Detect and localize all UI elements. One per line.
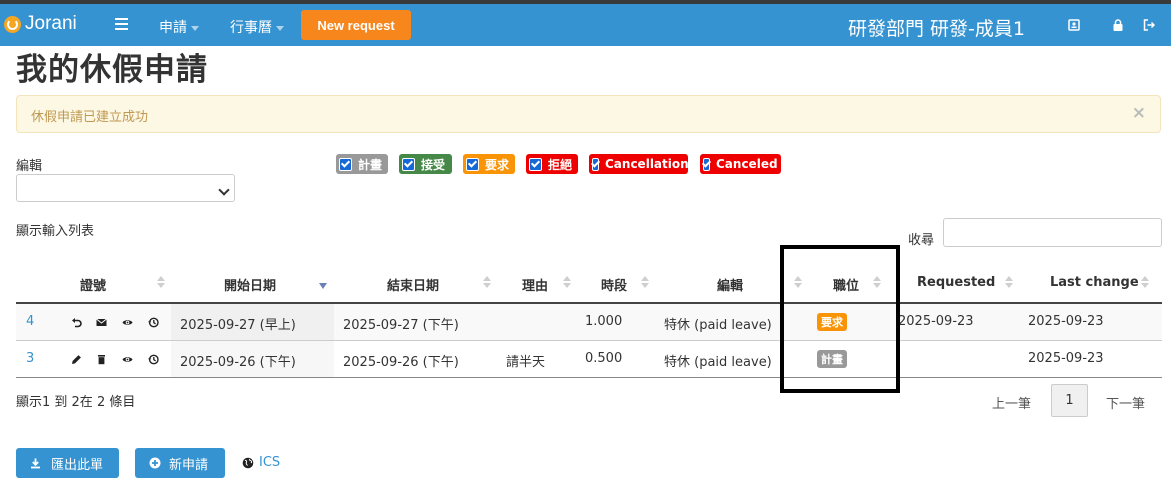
col-last-change[interactable]: Last change bbox=[1050, 275, 1139, 290]
ics-link[interactable]: ICS bbox=[242, 455, 280, 470]
delete-icon[interactable] bbox=[96, 354, 107, 365]
annotation-highlight-box bbox=[780, 245, 900, 393]
show-list-label: 顯示輸入列表 bbox=[16, 224, 95, 239]
filter-cancellation-label: Cancellation bbox=[605, 157, 689, 171]
chevron-down-icon bbox=[218, 184, 230, 196]
row-end-date: 2025-09-26 (下午) bbox=[343, 355, 459, 370]
table-row: 4 2025-09-27 (早上) 2025-09-27 (下午) 1.000 … bbox=[16, 304, 1162, 340]
view-icon[interactable] bbox=[122, 317, 133, 328]
checkbox-checked-icon[interactable] bbox=[529, 157, 542, 171]
navbar: Jorani 申請 行事曆 New request 研發部門 研發-成員1 bbox=[0, 4, 1171, 46]
filter-canceled[interactable]: Canceled bbox=[700, 154, 781, 174]
new-request-bottom-label: 新申請 bbox=[169, 457, 209, 473]
logout-icon[interactable] bbox=[1143, 19, 1155, 31]
sort-both-icon[interactable] bbox=[563, 276, 571, 288]
caret-down-icon bbox=[276, 25, 284, 31]
col-duration[interactable]: 時段 bbox=[601, 275, 627, 294]
lock-icon[interactable] bbox=[1112, 19, 1124, 31]
menu-calendar-label: 行事曆 bbox=[230, 20, 272, 36]
brand-name: Jorani bbox=[25, 13, 77, 34]
checkbox-checked-icon[interactable] bbox=[592, 157, 599, 171]
sort-both-icon[interactable] bbox=[1005, 276, 1013, 288]
edit-select[interactable] bbox=[16, 174, 235, 202]
alert-close-button[interactable]: × bbox=[1132, 103, 1146, 123]
history-icon[interactable] bbox=[148, 354, 159, 365]
filter-requested-label: 要求 bbox=[485, 157, 510, 172]
checkbox-checked-icon[interactable] bbox=[466, 157, 479, 171]
table-row: 3 2025-09-26 (下午) 2025-09-26 (下午) 請半天 0.… bbox=[16, 341, 1162, 377]
plus-circle-icon bbox=[149, 457, 161, 469]
table-info: 顯示1 到 2在 2 條目 bbox=[16, 395, 136, 410]
pagination-prev[interactable]: 上一筆 bbox=[992, 393, 1031, 412]
col-end-date[interactable]: 結束日期 bbox=[387, 275, 439, 294]
table-bottom-line bbox=[16, 377, 1162, 378]
pagination-next[interactable]: 下一筆 bbox=[1106, 393, 1145, 412]
filter-canceled-label: Canceled bbox=[716, 157, 778, 171]
edit-icon[interactable] bbox=[71, 354, 82, 365]
sort-both-icon[interactable] bbox=[1141, 276, 1149, 288]
filter-requested[interactable]: 要求 bbox=[463, 154, 515, 174]
search-label: 收尋 bbox=[908, 233, 935, 248]
filter-accepted-label: 接受 bbox=[421, 157, 446, 172]
col-start-date[interactable]: 開始日期 bbox=[224, 275, 276, 294]
row-last-change: 2025-09-23 bbox=[1028, 351, 1104, 366]
row-duration: 1.000 bbox=[585, 314, 623, 329]
menu-request-label: 申請 bbox=[159, 20, 187, 36]
export-button-label: 匯出此單 bbox=[51, 457, 104, 473]
new-request-button[interactable]: New request bbox=[301, 10, 411, 40]
export-button[interactable]: 匯出此單 bbox=[16, 448, 119, 478]
row-requested: 2025-09-23 bbox=[898, 314, 974, 329]
row-duration: 0.500 bbox=[585, 351, 623, 366]
row-type: 特休 (paid leave) bbox=[664, 355, 772, 370]
history-icon[interactable] bbox=[148, 317, 159, 328]
new-request-bottom-button[interactable]: 新申請 bbox=[135, 448, 225, 478]
pagination-page[interactable]: 1 bbox=[1051, 384, 1088, 417]
menu-calendar[interactable]: 行事曆 bbox=[230, 17, 284, 37]
globe-icon bbox=[242, 457, 254, 468]
sort-desc-icon[interactable] bbox=[319, 283, 327, 289]
sort-both-icon[interactable] bbox=[483, 276, 491, 288]
filter-rejected-label: 拒絕 bbox=[548, 157, 573, 172]
caret-down-icon bbox=[191, 25, 199, 31]
row-start-date: 2025-09-26 (下午) bbox=[180, 355, 296, 370]
success-alert: 休假申請已建立成功 × bbox=[16, 95, 1161, 133]
filter-rejected[interactable]: 拒絕 bbox=[526, 154, 578, 174]
col-id[interactable]: 證號 bbox=[80, 275, 106, 294]
row-end-date: 2025-09-27 (下午) bbox=[343, 318, 459, 333]
row-id-link[interactable]: 3 bbox=[26, 351, 34, 366]
menu-request[interactable]: 申請 bbox=[159, 17, 199, 37]
sort-both-icon[interactable] bbox=[157, 276, 165, 288]
brand[interactable]: Jorani bbox=[4, 13, 77, 35]
checkbox-checked-icon[interactable] bbox=[402, 157, 415, 171]
filter-planned[interactable]: 計畫 bbox=[336, 154, 388, 174]
row-start-date: 2025-09-27 (早上) bbox=[180, 318, 296, 333]
hamburger-menu-icon[interactable] bbox=[115, 18, 128, 33]
alert-message: 休假申請已建立成功 bbox=[31, 110, 149, 125]
sort-both-icon[interactable] bbox=[641, 276, 649, 288]
col-type[interactable]: 編輯 bbox=[717, 275, 743, 294]
profile-icon[interactable] bbox=[1068, 19, 1080, 31]
edit-label: 編輯 bbox=[16, 159, 43, 174]
filter-accepted[interactable]: 接受 bbox=[399, 154, 452, 174]
view-icon[interactable] bbox=[122, 354, 133, 365]
row-reason: 請半天 bbox=[506, 355, 546, 370]
row-type: 特休 (paid leave) bbox=[664, 318, 772, 333]
search-input[interactable] bbox=[943, 218, 1162, 247]
row-last-change: 2025-09-23 bbox=[1028, 314, 1104, 329]
undo-icon[interactable] bbox=[71, 317, 82, 328]
col-reason[interactable]: 理由 bbox=[522, 275, 548, 294]
checkbox-checked-icon[interactable] bbox=[703, 157, 710, 171]
row-id-link[interactable]: 4 bbox=[26, 314, 34, 329]
filter-planned-label: 計畫 bbox=[358, 157, 383, 172]
col-requested[interactable]: Requested bbox=[917, 275, 995, 290]
checkbox-checked-icon[interactable] bbox=[339, 157, 352, 171]
email-icon[interactable] bbox=[96, 317, 107, 328]
ics-label: ICS bbox=[259, 455, 281, 470]
jorani-logo-icon bbox=[4, 15, 21, 33]
download-icon bbox=[31, 458, 40, 468]
page-title: 我的休假申請 bbox=[16, 52, 208, 88]
filter-cancellation[interactable]: Cancellation bbox=[589, 154, 689, 174]
user-name[interactable]: 研發部門 研發-成員1 bbox=[848, 14, 1025, 41]
